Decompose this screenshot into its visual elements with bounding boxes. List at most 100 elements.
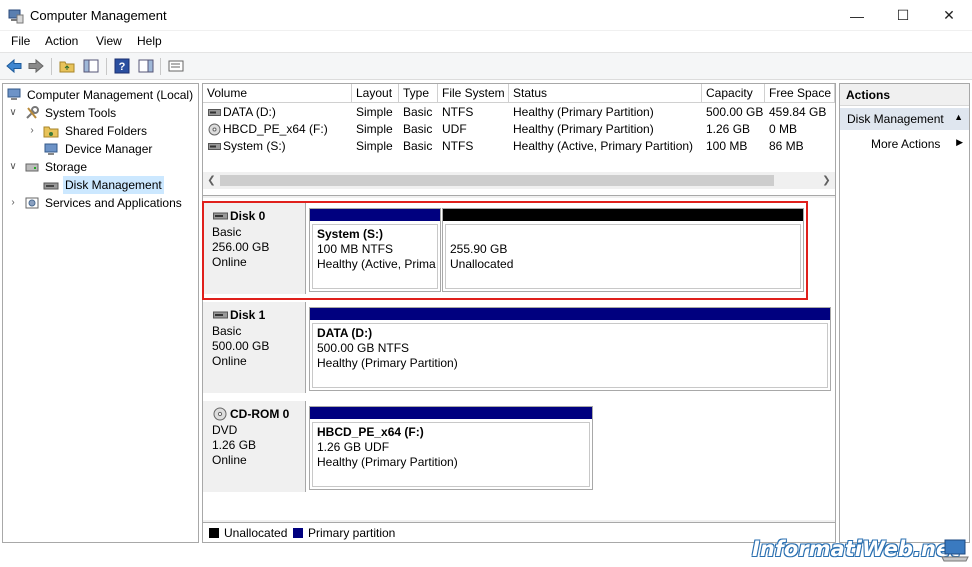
chevron-down-icon[interactable]: ∨	[7, 158, 19, 176]
tools-icon	[26, 106, 39, 119]
tree-item-system-tools[interactable]: ∨ System Tools	[3, 104, 198, 122]
computer-icon	[7, 88, 21, 100]
column-header-layout[interactable]: Layout	[352, 84, 399, 103]
partition-hbcd[interactable]: HBCD_PE_x64 (F:) 1.26 GB UDF Healthy (Pr…	[309, 406, 593, 490]
show-hide-tree-icon[interactable]	[82, 57, 100, 75]
hard-disk-icon	[213, 311, 228, 319]
scroll-left-arrow-icon[interactable]: ❮	[203, 172, 220, 189]
table-row[interactable]: DATA (D:) Simple Basic NTFS Healthy (Pri…	[203, 104, 835, 121]
disk-state: Online	[212, 453, 247, 467]
chevron-right-icon[interactable]: ›	[26, 122, 38, 140]
partition-data[interactable]: DATA (D:) 500.00 GB NTFS Healthy (Primar…	[309, 307, 831, 391]
services-icon	[25, 197, 39, 209]
unallocated-bar	[443, 209, 803, 221]
cell-volume: DATA (D:)	[223, 105, 276, 119]
chevron-down-icon[interactable]: ∨	[7, 104, 19, 122]
partition-details: 255.90 GB Unallocated	[445, 224, 801, 289]
partition-size: 255.90 GB	[450, 242, 508, 256]
show-action-pane-icon[interactable]	[137, 57, 155, 75]
partition-title: System (S:)	[317, 227, 384, 241]
actions-section-disk-management[interactable]: Disk Management ▲	[840, 108, 969, 130]
column-header-file-system[interactable]: File System	[438, 84, 509, 103]
disk-kind: DVD	[212, 423, 238, 437]
cell-capacity: 100 MB	[706, 139, 748, 153]
tree-item-device-manager[interactable]: Device Manager	[3, 140, 198, 158]
menu-bar: File Action View Help	[0, 31, 972, 53]
more-actions-link[interactable]: More Actions	[871, 137, 940, 151]
window-title: Computer Management	[30, 8, 167, 23]
cell-free-space: 459.84 GB	[769, 105, 827, 119]
column-header-free-space[interactable]: Free Space	[765, 84, 835, 103]
menu-file[interactable]: File	[11, 34, 30, 48]
cell-layout: Simple	[356, 105, 393, 119]
partition-title: HBCD_PE_x64 (F:)	[317, 425, 424, 439]
cell-free-space: 0 MB	[769, 122, 798, 136]
cell-capacity: 1.26 GB	[706, 122, 751, 136]
column-header-volume[interactable]: Volume	[203, 84, 352, 103]
scroll-right-arrow-icon[interactable]: ❯	[818, 172, 835, 189]
minimize-button[interactable]: —	[834, 0, 880, 31]
volume-list: Volume Layout Type File System Status Ca…	[203, 84, 835, 196]
close-button[interactable]: ✕	[926, 0, 972, 31]
up-folder-icon[interactable]	[58, 57, 76, 75]
disk-management-pane: Volume Layout Type File System Status Ca…	[202, 83, 836, 543]
maximize-button[interactable]: ☐	[880, 0, 926, 31]
disk-1-label[interactable]: Disk 1 Basic 500.00 GB Online	[203, 302, 306, 393]
cell-status: Healthy (Primary Partition)	[513, 122, 654, 136]
scrollbar-thumb[interactable]	[220, 175, 774, 186]
cd-drive-icon	[213, 407, 227, 421]
forward-arrow-icon[interactable]	[27, 57, 45, 75]
chevron-right-icon[interactable]: ›	[7, 194, 19, 212]
table-row[interactable]: HBCD_PE_x64 (F:) Simple Basic UDF Health…	[203, 121, 835, 138]
cell-file-system: NTFS	[442, 105, 474, 119]
tree-label: Device Manager	[65, 142, 153, 156]
cell-type: Basic	[403, 105, 433, 119]
tree-item-shared-folders[interactable]: › Shared Folders	[3, 122, 198, 140]
svg-text:?: ?	[119, 61, 126, 73]
console-tree: Computer Management (Local) ∨ System Too…	[2, 83, 199, 543]
actions-section-label: Disk Management	[847, 112, 944, 126]
disk-0-label[interactable]: Disk 0 Basic 256.00 GB Online	[203, 203, 306, 294]
table-row[interactable]: System (S:) Simple Basic NTFS Healthy (A…	[203, 138, 835, 155]
column-header-capacity[interactable]: Capacity	[702, 84, 765, 103]
chevron-right-icon[interactable]: ▶	[956, 137, 963, 148]
legend-label-unallocated: Unallocated	[224, 526, 288, 540]
partition-title	[450, 227, 796, 242]
disk-state: Online	[212, 354, 247, 368]
cell-status: Healthy (Active, Primary Partition)	[513, 139, 694, 153]
title-bar: Computer Management — ☐ ✕	[0, 0, 972, 31]
tree-item-services-applications[interactable]: › Services and Applications	[3, 194, 198, 212]
partition-details: DATA (D:) 500.00 GB NTFS Healthy (Primar…	[312, 323, 828, 388]
help-icon[interactable]: ?	[113, 57, 131, 75]
shared-folder-icon	[43, 126, 59, 138]
cell-volume: System (S:)	[223, 139, 286, 153]
cell-volume: HBCD_PE_x64 (F:)	[223, 122, 328, 136]
tree-label: Computer Management (Local)	[27, 88, 194, 102]
properties-icon[interactable]	[167, 57, 185, 75]
disk-size: 500.00 GB	[212, 339, 270, 353]
partition-status: Healthy (Primary Partition)	[317, 356, 458, 370]
tree-item-computer-management[interactable]: Computer Management (Local)	[3, 86, 198, 104]
tree-label: Storage	[45, 160, 88, 174]
hard-disk-icon	[213, 212, 228, 220]
tree-label: Disk Management	[63, 176, 164, 194]
cdrom-0-label[interactable]: CD-ROM 0 DVD 1.26 GB Online	[203, 401, 306, 492]
disk-kind: Basic	[212, 324, 242, 338]
column-header-type[interactable]: Type	[399, 84, 438, 103]
menu-help[interactable]: Help	[137, 34, 162, 48]
horizontal-scrollbar[interactable]: ❮ ❯	[203, 172, 835, 189]
menu-action[interactable]: Action	[45, 34, 78, 48]
disk-name: CD-ROM 0	[230, 407, 290, 421]
partition-status: Healthy (Primary Partition)	[317, 455, 458, 469]
storage-icon	[25, 163, 39, 172]
device-manager-icon	[44, 143, 58, 155]
partition-status: Unallocated	[450, 257, 514, 271]
collapse-up-icon[interactable]: ▲	[954, 112, 963, 122]
tree-item-disk-management[interactable]: Disk Management	[3, 176, 198, 194]
tree-item-storage[interactable]: ∨ Storage	[3, 158, 198, 176]
back-arrow-icon[interactable]	[5, 57, 23, 75]
menu-view[interactable]: View	[96, 34, 122, 48]
column-header-status[interactable]: Status	[509, 84, 702, 103]
partition-unallocated[interactable]: 255.90 GB Unallocated	[442, 208, 804, 292]
partition-system[interactable]: System (S:) 100 MB NTFS Healthy (Active,…	[309, 208, 441, 292]
